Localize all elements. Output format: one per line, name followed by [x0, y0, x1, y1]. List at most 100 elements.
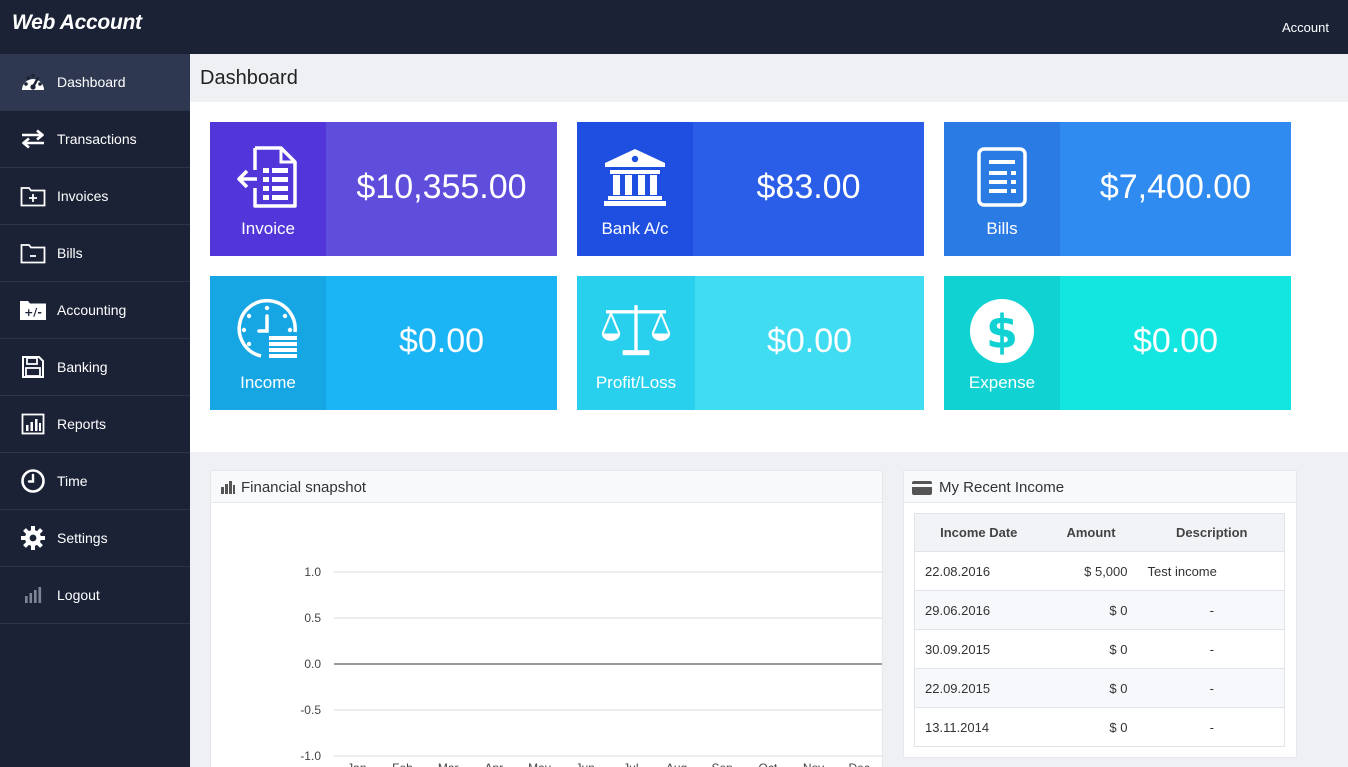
tile-value-area: $0.00	[326, 276, 557, 410]
income-date-cell: 29.06.2016	[914, 590, 1043, 630]
tile-label: Income	[240, 373, 296, 392]
tile-value: $0.00	[398, 322, 485, 360]
tile-label: Profit/Loss	[595, 373, 677, 392]
app-logo[interactable]: Web Account	[12, 11, 142, 35]
tile-label: Bank A/c	[601, 219, 669, 238]
folder-plus-icon	[19, 182, 47, 210]
column-header-income-date[interactable]: Income Date	[914, 513, 1043, 552]
sidebar-item-banking[interactable]: Banking	[0, 339, 190, 396]
sidebar-item-label: Settings	[57, 530, 108, 546]
clock-icon	[19, 467, 47, 495]
tile-icon-area: Bills	[944, 122, 1060, 256]
sidebar-item-label: Reports	[57, 416, 107, 432]
column-header-description[interactable]: Description	[1139, 513, 1285, 552]
tile-value-area: $10,355.00	[326, 122, 557, 256]
tile-bills[interactable]: Bills $7,400.00	[944, 122, 1291, 256]
sidebar-item-label: Accounting	[57, 302, 127, 318]
x-tick-label: Feb	[392, 761, 413, 767]
x-tick-label: Dec	[848, 761, 869, 767]
table-row[interactable]: 22.08.2016 $ 5,000 Test income	[914, 551, 1285, 591]
sidebar-item-time[interactable]: Time	[0, 453, 190, 510]
income-date-cell: 13.11.2014	[914, 707, 1043, 747]
page-header: Dashboard	[190, 54, 1348, 102]
recent-income-panel: My Recent Income Income Date Amount Desc…	[903, 470, 1297, 758]
tile-value-area: $0.00	[1060, 276, 1291, 410]
table-header-row: Income Date Amount Description	[914, 513, 1285, 552]
sidebar: Dashboard Transactions Invoices Bills +/…	[0, 54, 190, 767]
x-tick-label: Oct	[758, 761, 777, 767]
summary-tiles: Invoice $10,355.00 Bank A/c $83.00 Bills…	[190, 102, 1348, 452]
panel-header: Financial snapshot	[211, 471, 882, 503]
svg-text:$: $	[986, 305, 1018, 359]
tile-invoice[interactable]: Invoice $10,355.00	[210, 122, 557, 256]
income-amount-cell: $ 0	[1042, 668, 1140, 708]
floppy-disk-icon	[19, 353, 47, 381]
tile-expense[interactable]: $ Expense $0.00	[944, 276, 1291, 410]
income-description-cell: -	[1139, 590, 1285, 630]
dashboard-gauge-icon	[19, 68, 47, 96]
tile-income[interactable]: Income $0.00	[210, 276, 557, 410]
tile-profit-loss[interactable]: Profit/Loss $0.00	[577, 276, 924, 410]
tile-value: $83.00	[756, 168, 861, 206]
x-tick-label: Apr	[484, 761, 503, 767]
tile-value-area: $7,400.00	[1060, 122, 1291, 256]
tile-value: $10,355.00	[356, 168, 527, 206]
sidebar-item-dashboard[interactable]: Dashboard	[0, 54, 190, 111]
x-tick-label: Sep	[711, 761, 733, 767]
recent-income-table: Income Date Amount Description 22.08.201…	[914, 513, 1285, 747]
panel-header: My Recent Income	[904, 471, 1296, 503]
bar-chart-icon	[19, 410, 47, 438]
financial-snapshot-chart: 1.0 0.5 0.0 -0.5 -1.0 Jan Feb Mar Apr May Jun Jul Au…	[300, 565, 882, 767]
y-tick-label: -1.0	[300, 749, 321, 763]
tile-icon-area: Income	[210, 276, 326, 410]
sidebar-item-label: Time	[57, 473, 88, 489]
svg-text:+/-: +/-	[24, 306, 42, 319]
x-tick-label: Nov	[803, 761, 824, 767]
transfer-arrows-icon	[19, 125, 47, 153]
tile-bank-account[interactable]: Bank A/c $83.00	[577, 122, 924, 256]
sidebar-item-label: Invoices	[57, 188, 109, 204]
column-header-amount[interactable]: Amount	[1042, 513, 1140, 552]
income-description-cell: Test income	[1139, 551, 1285, 591]
bar-chart-icon	[221, 480, 235, 498]
income-description-cell: -	[1139, 668, 1285, 708]
bank-building-icon	[600, 142, 670, 212]
income-date-cell: 30.09.2015	[914, 629, 1043, 669]
sidebar-item-label: Transactions	[57, 131, 137, 147]
tile-label: Invoice	[241, 219, 295, 238]
sidebar-item-label: Bills	[57, 245, 83, 261]
account-menu-link[interactable]: Account	[1282, 20, 1329, 35]
sidebar-item-reports[interactable]: Reports	[0, 396, 190, 453]
sidebar-item-accounting[interactable]: +/- Accounting	[0, 282, 190, 339]
y-tick-label: -0.5	[300, 703, 321, 717]
y-tick-label: 0.0	[304, 657, 321, 671]
page-title: Dashboard	[200, 67, 298, 89]
balance-scale-icon	[601, 296, 671, 366]
panel-title: My Recent Income	[939, 479, 1065, 496]
dollar-coin-icon: $	[967, 296, 1037, 366]
sidebar-item-invoices[interactable]: Invoices	[0, 168, 190, 225]
sidebar-item-logout[interactable]: Logout	[0, 567, 190, 624]
plus-minus-folder-icon: +/-	[19, 296, 47, 324]
sidebar-item-label: Dashboard	[57, 74, 126, 90]
tile-value: $0.00	[1132, 322, 1219, 360]
income-amount-cell: $ 0	[1042, 629, 1140, 669]
income-amount-cell: $ 0	[1042, 590, 1140, 630]
x-tick-label: Mar	[438, 761, 459, 767]
table-row[interactable]: 30.09.2015 $ 0 -	[914, 629, 1285, 669]
table-row[interactable]: 29.06.2016 $ 0 -	[914, 590, 1285, 630]
sidebar-item-bills[interactable]: Bills	[0, 225, 190, 282]
table-row[interactable]: 22.09.2015 $ 0 -	[914, 668, 1285, 708]
table-row[interactable]: 13.11.2014 $ 0 -	[914, 707, 1285, 747]
tile-label: Bills	[986, 219, 1018, 238]
income-amount-cell: $ 0	[1042, 707, 1140, 747]
y-tick-label: 0.5	[304, 611, 321, 625]
income-date-cell: 22.09.2015	[914, 668, 1043, 708]
tile-value: $7,400.00	[1099, 168, 1252, 206]
tile-icon-area: Profit/Loss	[577, 276, 695, 410]
tile-label: Expense	[968, 373, 1036, 392]
tile-icon-area: $ Expense	[944, 276, 1060, 410]
tile-value: $0.00	[766, 322, 853, 360]
sidebar-item-transactions[interactable]: Transactions	[0, 111, 190, 168]
sidebar-item-settings[interactable]: Settings	[0, 510, 190, 567]
